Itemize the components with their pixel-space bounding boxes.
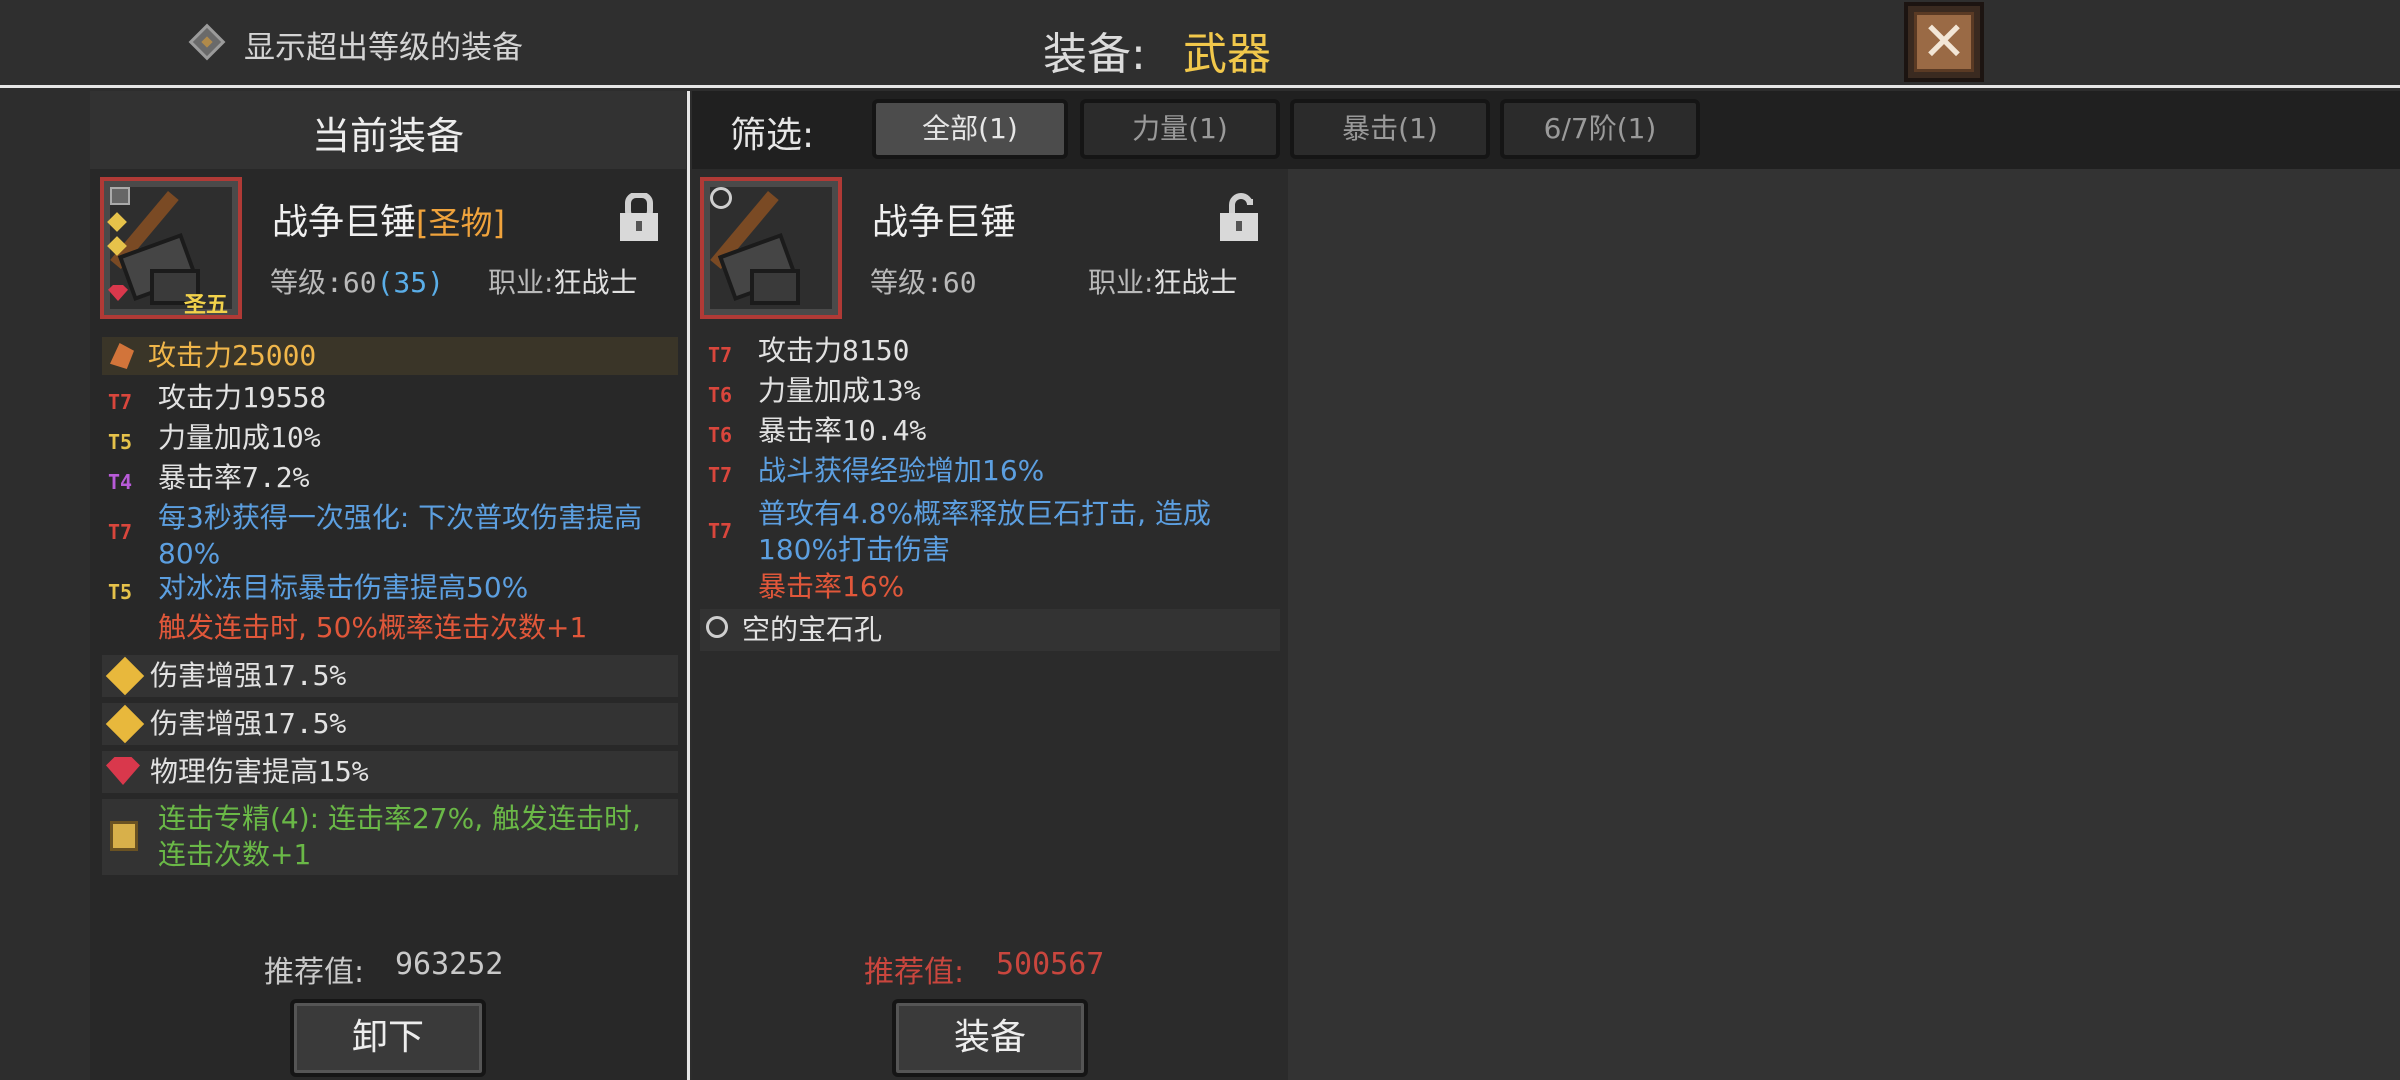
red-gem-icon (106, 757, 140, 785)
filter-chip-tier[interactable]: 6/7阶(1) (1500, 99, 1700, 159)
filter-chip-all[interactable]: 全部(1) (872, 99, 1068, 159)
yellow-gem-icon (105, 704, 145, 744)
affix-tier: T5 (108, 580, 133, 604)
affix-text: 普攻有4.8%概率释放巨石打击, 造成180%打击伤害 (758, 497, 1211, 566)
empty-socket-icon (706, 616, 728, 638)
affix-text: 攻击力19558 (158, 381, 327, 414)
affix-text: 攻击力8150 (758, 334, 910, 367)
equip-button[interactable]: 装备 (892, 999, 1088, 1077)
empty-socket-row: 空的宝石孔 (700, 609, 1280, 651)
set-bonus-row: 连击专精(4): 连击率27%, 触发连击时, 连击次数+1 (102, 799, 678, 875)
screen-title-slot: 武器 (1183, 29, 1271, 80)
current-equipment-header: 当前装备 (90, 91, 686, 169)
affix-tier: T7 (708, 343, 733, 367)
candidate-recommend-value: 500567 (996, 947, 1105, 982)
filter-chip-crit[interactable]: 暴击(1) (1290, 99, 1490, 159)
screen-title-label: 装备: (1043, 29, 1146, 80)
lock-closed-icon[interactable] (618, 193, 660, 243)
current-recommend-label: 推荐值: (264, 955, 365, 990)
gem-text: 物理伤害提高15% (150, 755, 369, 788)
set-bonus-text: 连击专精(4): 连击率27%, 触发连击时, 连击次数+1 (158, 802, 641, 871)
top-bar: 显示超出等级的装备 装备: 武器 ✕ (0, 0, 2400, 88)
current-item-name-row: 战争巨锤[圣物] (272, 193, 505, 245)
affix-tier: T6 (708, 383, 733, 407)
gem-text: 伤害增强17.5% (150, 707, 347, 740)
affix-text: 每3秒获得一次强化: 下次普攻伤害提高80% (158, 501, 643, 570)
candidate-item-level: 等级:60 (870, 266, 977, 299)
main-stat-row: 攻击力25000 (102, 337, 678, 375)
affix-text: 暴击率7.2% (158, 461, 310, 494)
candidate-item-tile[interactable] (700, 177, 842, 319)
affix-extra-effect: 触发连击时, 50%概率连击次数+1 (158, 611, 588, 644)
affix-text: 力量加成13% (758, 374, 921, 407)
show-overlevel-toggle-label[interactable]: 显示超出等级的装备 (244, 22, 523, 67)
affix-tier: T7 (708, 519, 733, 543)
gem-row: 伤害增强17.5% (102, 703, 678, 745)
candidate-item-class: 职业:狂战士 (1088, 266, 1238, 299)
main-stat-text: 攻击力25000 (148, 339, 317, 372)
candidate-item-name: 战争巨锤 (872, 202, 1017, 243)
current-equipment-title: 当前装备 (311, 114, 464, 158)
gem-row: 物理伤害提高15% (102, 751, 678, 793)
affix-tier: T5 (108, 430, 133, 454)
current-item-rarity-tag: [圣物] (416, 204, 505, 242)
candidate-equipment-panel[interactable]: 战争巨锤 等级:60 职业:狂战士 T7 攻击力8150 T6 力量加成13% … (692, 169, 1288, 1080)
affix-tier: T4 (108, 470, 133, 494)
close-button[interactable]: ✕ (1904, 2, 1984, 82)
current-equipment-panel: 当前装备 圣五 战争巨锤[圣物] 等级:60(35) 职业:狂战士 攻击力250… (90, 91, 686, 1080)
filter-label: 筛选: (730, 115, 815, 156)
lock-open-icon[interactable] (1218, 193, 1260, 243)
panel-divider (687, 91, 690, 1080)
current-recommend-value: 963252 (395, 947, 504, 982)
item-list-area (1288, 169, 2400, 1080)
affix-text: 力量加成10% (158, 421, 321, 454)
current-item-class: 职业:狂战士 (488, 266, 638, 299)
filter-bar: 筛选: 全部(1) 力量(1) 暴击(1) 6/7阶(1) (692, 91, 2400, 169)
affix-tier: T6 (708, 423, 733, 447)
current-item-tile[interactable]: 圣五 (100, 177, 242, 319)
empty-socket-icon (710, 187, 732, 209)
current-item-level: 等级:60(35) (270, 266, 445, 299)
close-icon: ✕ (1914, 12, 1974, 72)
affix-extra-effect: 暴击率16% (758, 570, 905, 603)
attack-icon (110, 343, 134, 369)
filter-chip-strength[interactable]: 力量(1) (1080, 99, 1280, 159)
level-requirement-bonus: (35) (376, 266, 445, 299)
empty-socket-text: 空的宝石孔 (742, 613, 883, 646)
affix-text: 战斗获得经验增加16% (758, 454, 1045, 487)
affix-tier: T7 (708, 463, 733, 487)
affix-text: 暴击率10.4% (758, 414, 927, 447)
unequip-button[interactable]: 卸下 (290, 999, 486, 1077)
affix-tier: T7 (108, 520, 133, 544)
info-icon (110, 187, 130, 205)
affix-tier: T7 (108, 390, 133, 414)
set-scroll-icon (110, 821, 138, 851)
toggle-checkbox-icon[interactable] (188, 23, 226, 61)
enhance-badge: 圣五 (184, 293, 229, 318)
candidate-recommend-label: 推荐值: (864, 955, 965, 990)
gem-row: 伤害增强17.5% (102, 655, 678, 697)
current-item-name: 战争巨锤 (272, 202, 417, 243)
affix-text: 对冰冻目标暴击伤害提高50% (158, 571, 529, 604)
gem-text: 伤害增强17.5% (150, 659, 347, 692)
yellow-gem-icon (105, 656, 145, 696)
